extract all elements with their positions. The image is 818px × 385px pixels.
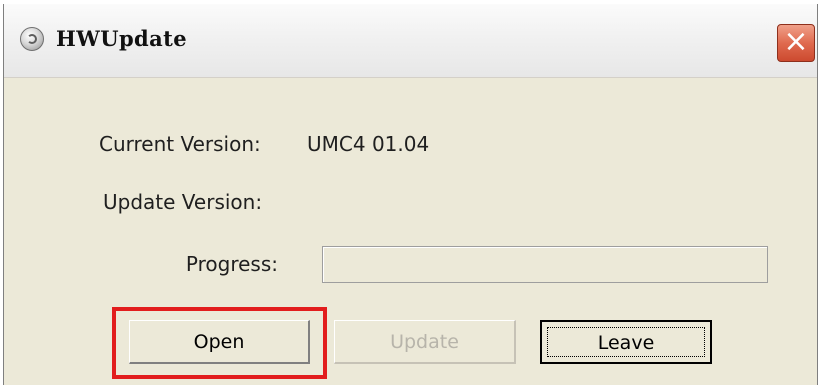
title-bar[interactable]: HWUpdate × — [4, 4, 817, 78]
window-title: HWUpdate — [56, 26, 187, 51]
hwupdate-window: HWUpdate × Current Version: UMC4 01.04 U… — [3, 4, 818, 385]
close-icon: × — [783, 24, 809, 59]
update-button[interactable]: Update — [334, 320, 516, 364]
current-version-label: Current Version: — [99, 132, 261, 156]
app-icon — [20, 27, 44, 51]
progress-bar — [322, 246, 768, 283]
current-version-value: UMC4 01.04 — [307, 132, 430, 156]
leave-button[interactable]: Leave — [540, 320, 712, 364]
open-button-highlight — [112, 307, 327, 379]
update-version-label: Update Version: — [103, 190, 263, 214]
close-button[interactable]: × — [777, 24, 815, 62]
progress-label: Progress: — [185, 252, 278, 276]
